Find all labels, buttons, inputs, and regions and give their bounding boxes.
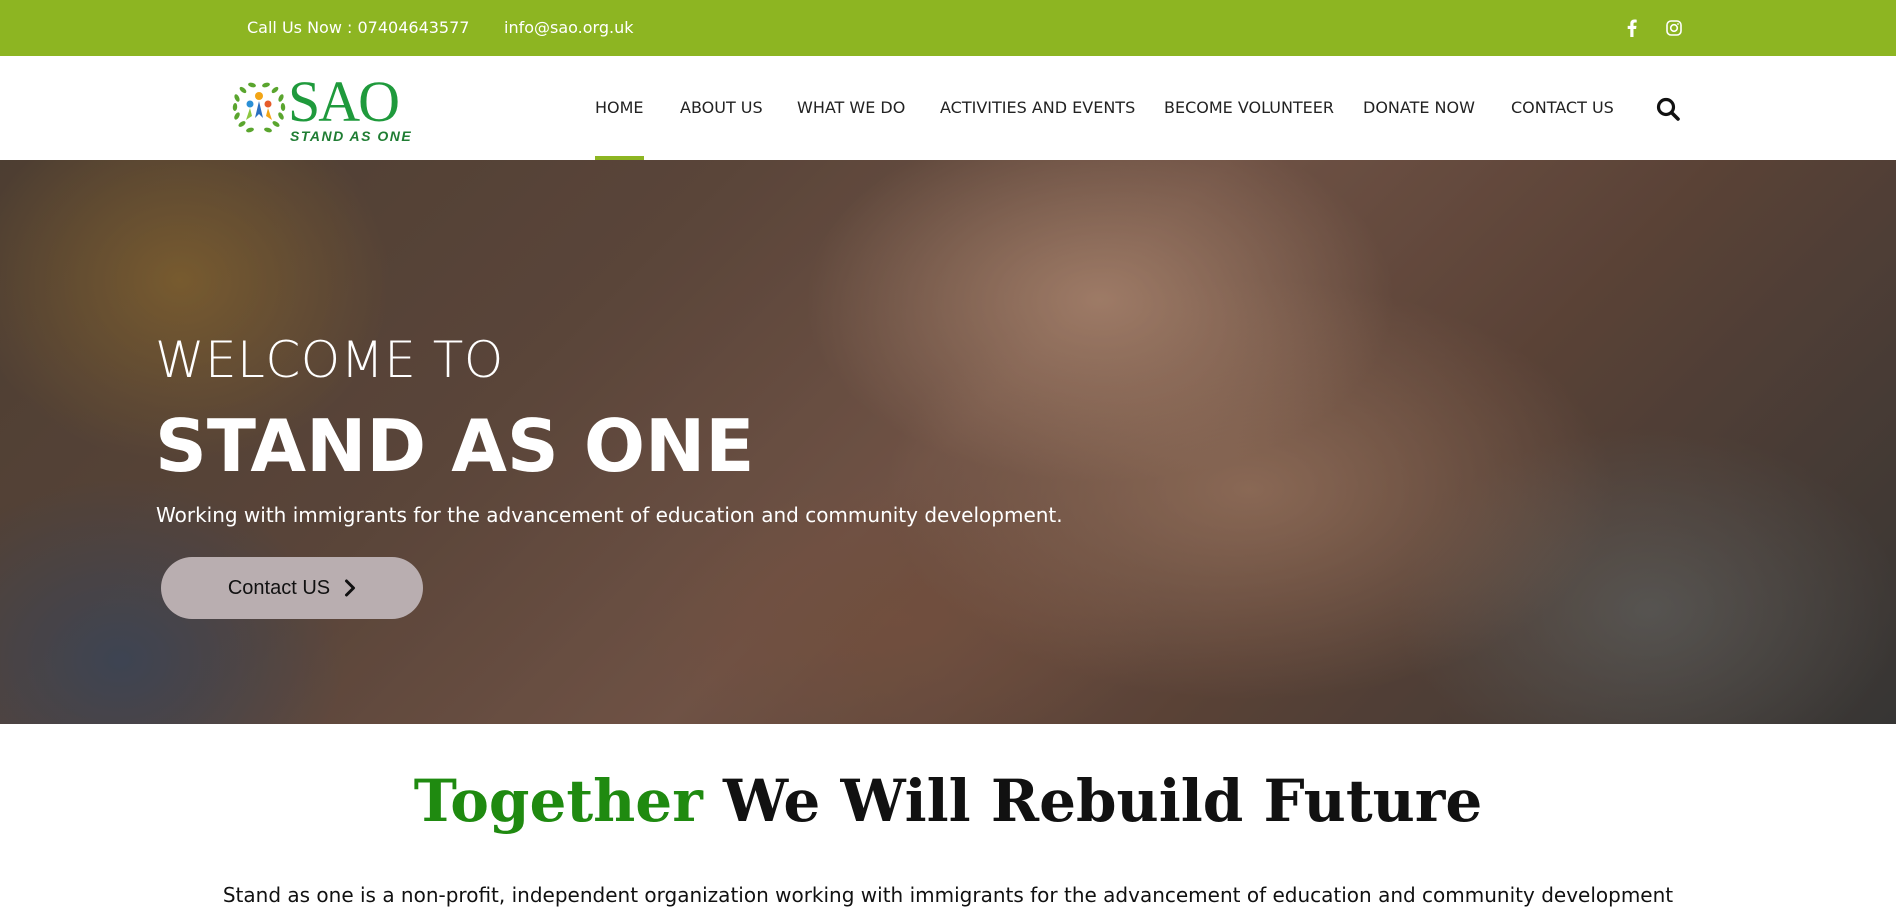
logo-emblem-icon [232, 82, 286, 133]
nav-item-what-we-do[interactable]: WHAT WE DO [797, 56, 905, 160]
facebook-icon[interactable] [1622, 18, 1642, 38]
nav-item-about-us[interactable]: ABOUT US [680, 56, 763, 160]
intro-text: Stand as one is a non-profit, independen… [222, 883, 1674, 907]
section-headline: Together We Will Rebuild Future [0, 766, 1896, 836]
top-bar: Call Us Now : 07404643577 info@sao.org.u… [0, 0, 1896, 56]
email-link[interactable]: info@sao.org.uk [504, 0, 633, 56]
nav-item-become-volunteer[interactable]: BECOME VOLUNTEER [1164, 56, 1334, 160]
headline-rest: We Will Rebuild Future [702, 767, 1483, 835]
hero-banner: WELCOME TO STAND AS ONE Working with imm… [0, 160, 1896, 724]
nav-item-activities-and-events[interactable]: ACTIVITIES AND EVENTS [940, 56, 1135, 160]
hero-subtitle: Working with immigrants for the advancem… [156, 503, 1063, 527]
contact-us-button[interactable]: Contact US [161, 557, 423, 619]
hero-welcome: WELCOME TO [155, 331, 504, 389]
site-logo[interactable]: SAO STAND AS ONE [228, 70, 428, 148]
site-header: SAO STAND AS ONE HOME ABOUT US WHAT WE D… [0, 56, 1896, 160]
contact-us-button-label: Contact US [227, 576, 331, 599]
logo-tagline: STAND AS ONE [290, 128, 413, 144]
nav-item-home[interactable]: HOME [595, 56, 644, 160]
headline-highlight: Together [413, 767, 703, 835]
phone-number[interactable]: Call Us Now : 07404643577 [247, 0, 469, 56]
nav-item-contact-us[interactable]: CONTACT US [1511, 56, 1614, 160]
hero-title: STAND AS ONE [155, 404, 755, 488]
search-icon[interactable] [1655, 96, 1681, 122]
chevron-right-icon [344, 579, 356, 597]
nav-item-donate-now[interactable]: DONATE NOW [1363, 56, 1475, 160]
logo-text: SAO [288, 69, 400, 134]
instagram-icon[interactable] [1664, 18, 1684, 38]
